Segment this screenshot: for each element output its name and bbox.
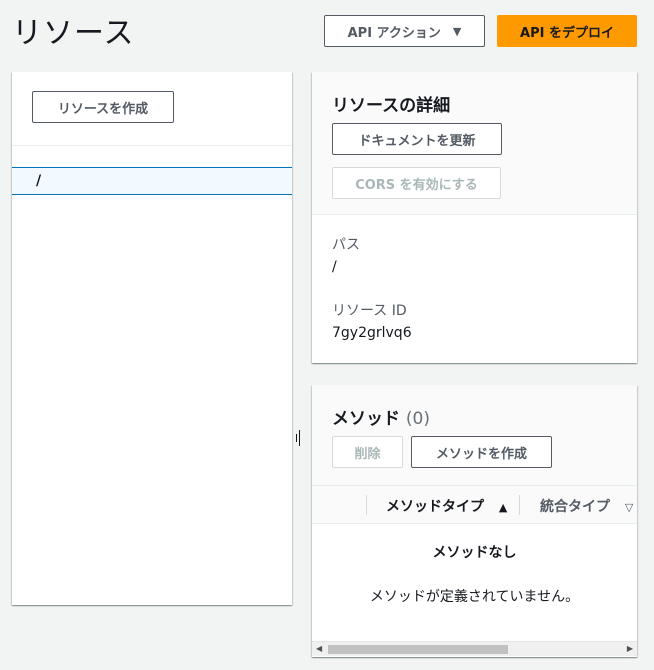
create-resource-button[interactable]: リソースを作成 (32, 91, 174, 123)
scrollbar-thumb[interactable] (328, 645, 508, 654)
scroll-right-icon[interactable]: ▶ (627, 644, 633, 653)
resize-handle-icon[interactable] (296, 430, 300, 446)
empty-state-text: メソッドが定義されていません。 (369, 589, 580, 605)
tree-item-root[interactable]: / (12, 167, 292, 195)
horizontal-scrollbar[interactable]: ◀ ▶ (312, 641, 637, 656)
methods-title: メソッド (0) (332, 404, 430, 429)
resources-panel-header: リソースを作成 (12, 72, 292, 146)
methods-title-text: メソッド (332, 409, 400, 429)
create-method-button[interactable]: メソッドを作成 (411, 436, 552, 468)
details-title: リソースの詳細 (332, 96, 451, 116)
scroll-left-icon[interactable]: ◀ (316, 644, 322, 653)
resource-id-value: 7gy2grlvq6 (332, 325, 412, 341)
resource-id-label: リソース ID (332, 303, 407, 319)
empty-state-title: メソッドなし (432, 545, 517, 561)
api-actions-label: API アクション (347, 25, 441, 41)
column-method-type[interactable]: メソッドタイプ ▲ (386, 496, 507, 516)
methods-table-header: メソッドタイプ ▲ 統合タイプ ▽ (312, 485, 637, 524)
resources-tree-panel: リソースを作成 / (12, 72, 300, 605)
column-separator (519, 495, 520, 515)
column-integration-type[interactable]: 統合タイプ ▽ (540, 496, 633, 516)
path-label: パス (332, 237, 360, 253)
column-separator (366, 495, 367, 515)
caret-down-icon: ▼ (452, 24, 462, 38)
page-title: リソース (12, 16, 135, 51)
methods-count: (0) (405, 409, 431, 429)
api-actions-dropdown[interactable]: API アクション ▼ (324, 15, 485, 47)
delete-method-button[interactable]: 削除 (332, 436, 403, 468)
deploy-api-button[interactable]: API をデプロイ (497, 15, 637, 47)
path-value: / (332, 259, 337, 275)
resource-details-panel: リソースの詳細 ドキュメントを更新 CORS を有効にする パス / リソース … (312, 72, 637, 363)
sort-ascending-icon: ▲ (498, 501, 508, 514)
methods-panel: メソッド (0) 削除 メソッドを作成 メソッドタイプ ▲ 統合タイプ ▽ メソ… (312, 385, 637, 657)
update-docs-button[interactable]: ドキュメントを更新 (332, 123, 502, 155)
enable-cors-button[interactable]: CORS を有効にする (332, 167, 501, 199)
sort-unsorted-icon: ▽ (624, 501, 634, 514)
